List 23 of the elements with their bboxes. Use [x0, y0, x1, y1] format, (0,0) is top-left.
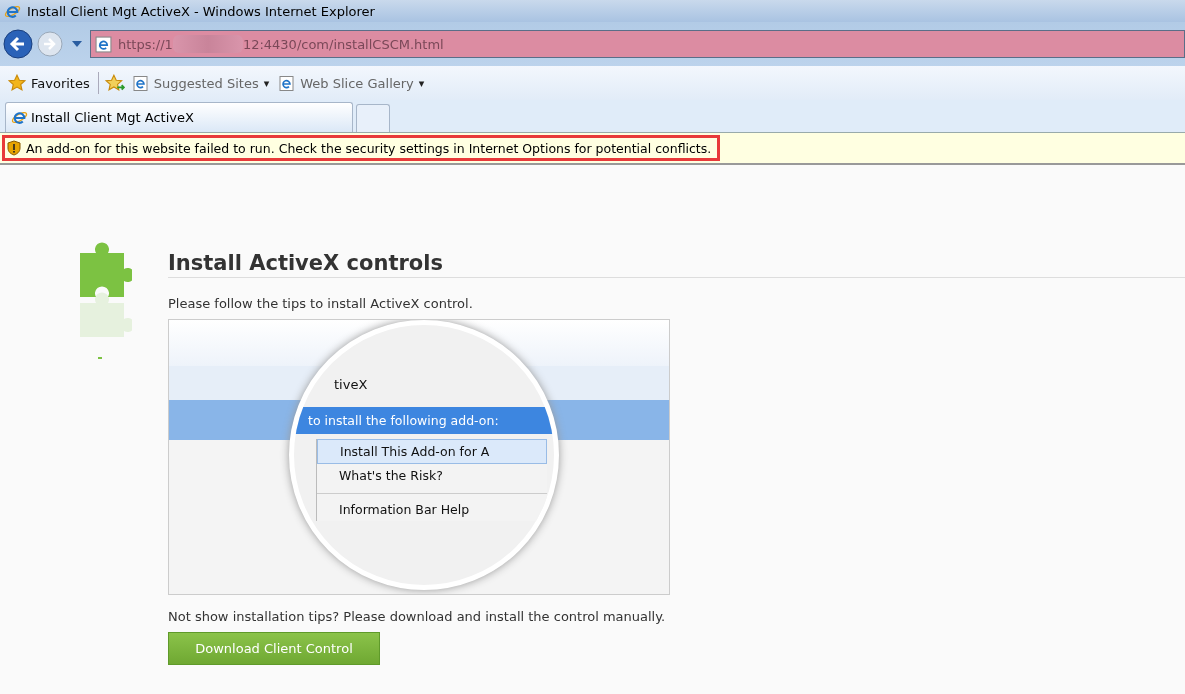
page-icon [95, 35, 112, 53]
tab-text: tiveX [334, 377, 368, 392]
add-favorite-icon[interactable] [104, 74, 125, 92]
url-text: 12:4430/com/installCSCM.html [242, 36, 444, 52]
dropdown-caret-icon[interactable] [72, 41, 82, 47]
info-bar-text: to install the following add-on: [294, 407, 554, 434]
shield-warning-icon [7, 140, 21, 156]
page-heading: Install ActiveX controls [168, 251, 1185, 278]
manual-note: Not show installation tips? Please download and install the control manually. [168, 609, 667, 624]
window-title: Install Client Mgt ActiveX - Windows Internet Explorer [27, 3, 375, 19]
url-text: https://1 [118, 36, 173, 52]
favorites-button[interactable]: Favorites [6, 74, 92, 92]
information-bar[interactable]: An add-on for this website failed to run. Check the security settings in Internet Options for potential conflicts. [2, 135, 721, 161]
page-icon [279, 74, 296, 92]
intro-text: Please follow the tips to install ActiveX control. [168, 296, 474, 311]
star-icon [8, 74, 26, 92]
browser-tab[interactable] [356, 104, 390, 132]
page-icon [132, 74, 149, 92]
favorites-link[interactable]: Suggested Sites ▾ [130, 74, 272, 92]
browser-logo-icon [11, 109, 28, 126]
info-message: An add-on for this website failed to run. Check the security settings in Internet Options for potential conflicts. [26, 140, 712, 156]
browser-tab[interactable]: Install Client Mgt ActiveX [5, 102, 353, 132]
favorites-link[interactable]: Web Slice Gallery ▾ [277, 74, 427, 92]
